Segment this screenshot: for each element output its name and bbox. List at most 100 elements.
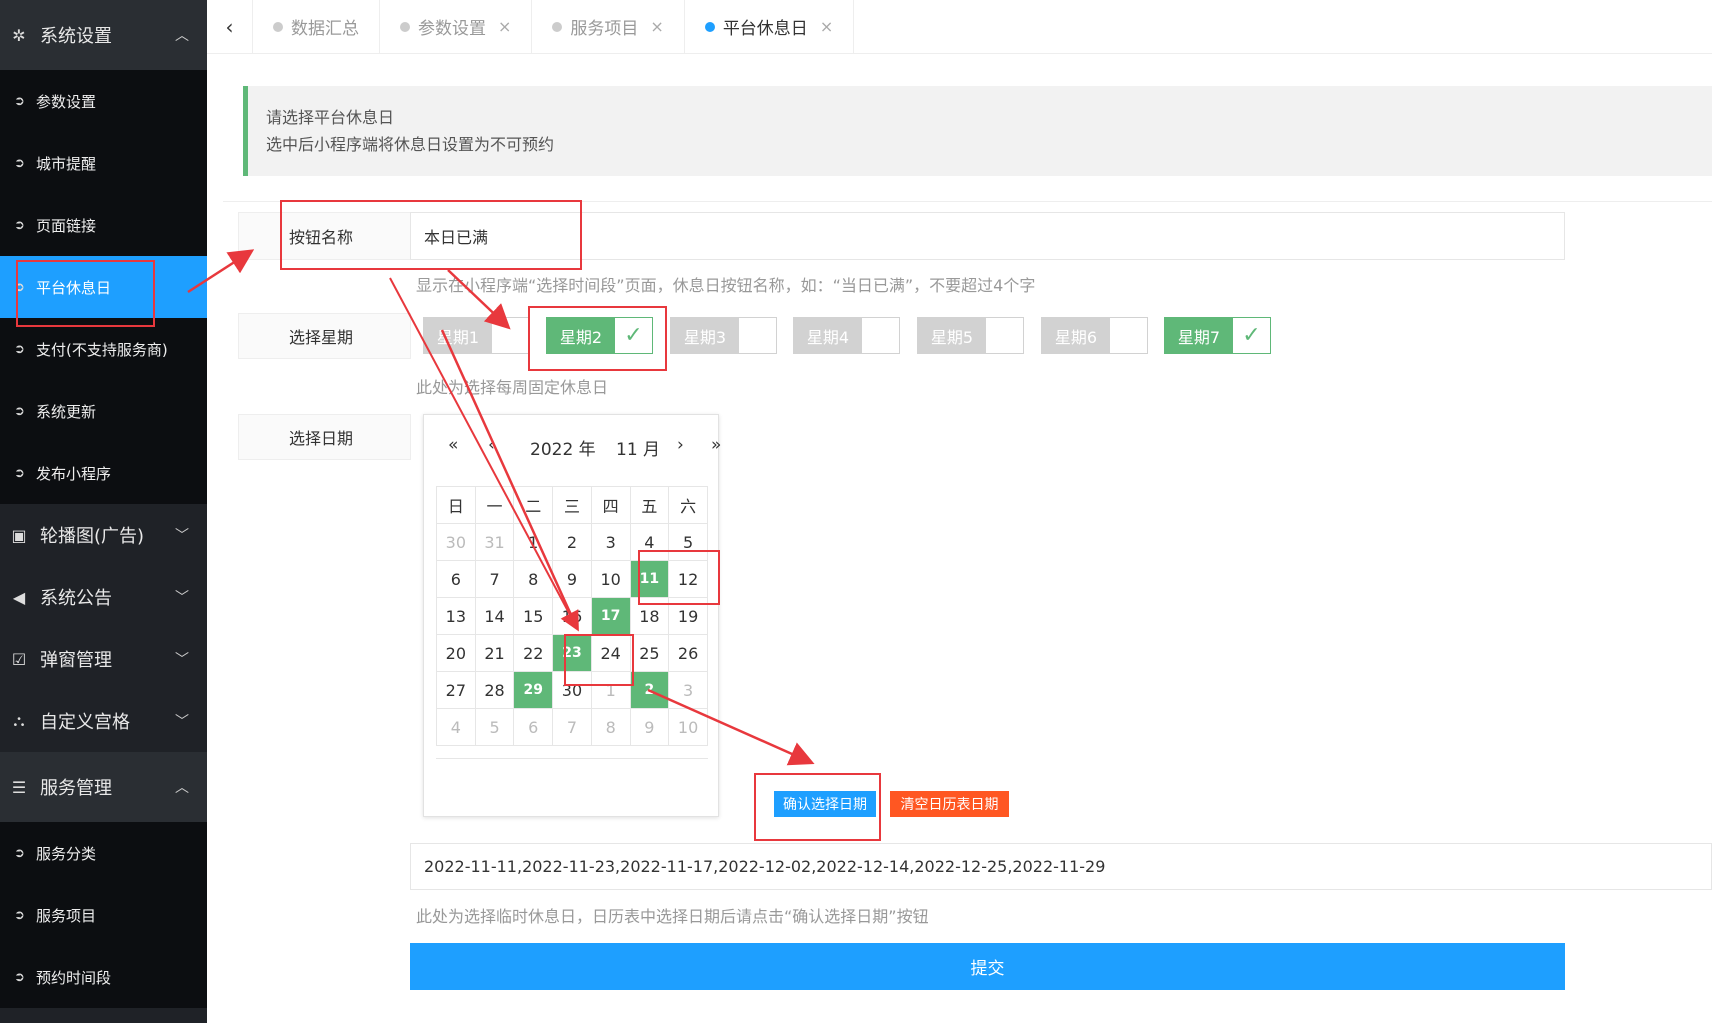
calendar-day[interactable]: 14 xyxy=(474,597,515,635)
calendar-day[interactable]: 6 xyxy=(513,708,554,746)
calendar-day[interactable]: 27 xyxy=(436,671,476,709)
tab-params[interactable]: 参数设置 × xyxy=(380,0,533,53)
calendar-day[interactable]: 3 xyxy=(590,523,631,561)
prev-month-icon[interactable]: ‹ xyxy=(488,435,495,455)
sign-in-icon: ➲ xyxy=(14,465,25,481)
weekday-header: 日 xyxy=(436,486,476,524)
sidebar-item-label: 城市提醒 xyxy=(36,154,97,173)
main-content: ‹ 数据汇总 参数设置 × 服务项目 × 平台休息日 × 请选择平台休息日 选中后小程… xyxy=(207,0,1712,1023)
sidebar-item-update[interactable]: ➲ 系统更新 xyxy=(0,380,207,442)
sidebar-group-banner[interactable]: ▣ 轮播图(广告) ﹀ xyxy=(0,504,207,566)
sidebar-group-grid[interactable]: ⛬ 自定义宫格 ﹀ xyxy=(0,690,207,752)
sidebar-item-params[interactable]: ➲ 参数设置 xyxy=(0,70,207,132)
calendar-day[interactable]: 20 xyxy=(436,634,476,672)
weekday-checkbox-7[interactable]: 星期7 ✓ xyxy=(1164,317,1271,354)
sidebar-item-label: 服务项目 xyxy=(36,906,97,925)
calendar-header: « ‹ 2022 年 11 月 › » xyxy=(424,435,721,465)
weekday-header: 六 xyxy=(668,486,708,524)
sidebar-group-popup[interactable]: ☑ 弹窗管理 ﹀ xyxy=(0,628,207,690)
notice-box: 请选择平台休息日 选中后小程序端将休息日设置为不可预约 xyxy=(243,86,1712,176)
calendar-week-row: 4 5 6 7 8 9 10 xyxy=(436,708,708,746)
sidebar-item-publish[interactable]: ➲ 发布小程序 xyxy=(0,442,207,504)
calendar-day[interactable]: 31 xyxy=(474,523,515,561)
next-year-icon[interactable]: » xyxy=(711,435,721,455)
button-name-input[interactable]: 本日已满 xyxy=(410,212,1565,260)
close-icon[interactable]: × xyxy=(498,17,511,36)
close-icon[interactable]: × xyxy=(820,17,833,36)
date-label: 选择日期 xyxy=(238,414,411,460)
sidebar-item-timeslot[interactable]: ➲ 预约时间段 xyxy=(0,946,207,1008)
sidebar-item-payment[interactable]: ➲ 支付(不支持服务商) xyxy=(0,318,207,380)
calendar-day[interactable]: 9 xyxy=(552,560,592,598)
calendar-day[interactable]: 22 xyxy=(513,634,554,672)
sidebar-item-links[interactable]: ➲ 页面链接 xyxy=(0,194,207,256)
sidebar-item-label: 支付(不支持服务商) xyxy=(36,340,168,359)
sidebar-group-system[interactable]: ✲ 系统设置 ︿ xyxy=(0,0,207,70)
weekday-checkbox-6[interactable]: 星期6 xyxy=(1041,317,1148,354)
calendar-day[interactable]: 7 xyxy=(474,560,515,598)
gear-icon: ✲ xyxy=(12,25,26,45)
weekday-checkbox-5[interactable]: 星期5 xyxy=(917,317,1024,354)
calendar-day[interactable]: 8 xyxy=(513,560,554,598)
weekday-label: 星期3 xyxy=(671,318,739,353)
calendar-year[interactable]: 2022 年 xyxy=(530,435,596,460)
calendar-grid: 日一二三四五六 30 31 1 2 3 4 5 6 7 8 9 10 11 12 13 14 15 16 17 18 1… xyxy=(436,486,708,746)
calendar-day[interactable]: 25 xyxy=(629,634,670,672)
sidebar-item-city[interactable]: ➲ 城市提醒 xyxy=(0,132,207,194)
tab-dashboard[interactable]: 数据汇总 xyxy=(253,0,380,53)
clear-dates-button[interactable]: 清空日历表日期 xyxy=(890,791,1009,817)
weekday-checkbox-1[interactable]: 星期1 xyxy=(423,317,530,354)
calendar-day[interactable]: 30 xyxy=(436,523,476,561)
weekday-checkbox-3[interactable]: 星期3 xyxy=(670,317,777,354)
sidebar-item-service-project[interactable]: ➲ 服务项目 xyxy=(0,884,207,946)
sidebar: ✲ 系统设置 ︿ ➲ 参数设置 ➲ 城市提醒 ➲ 页面链接 ➲ 平台休息日 ➲ 支付(不支… xyxy=(0,0,207,1023)
calendar-day[interactable]: 15 xyxy=(513,597,554,635)
calendar-day[interactable]: 8 xyxy=(590,708,631,746)
calendar-day[interactable]: 1 xyxy=(513,523,554,561)
sign-in-icon: ➲ xyxy=(14,217,25,233)
calendar-day[interactable]: 2 xyxy=(552,523,592,561)
sidebar-group-notice[interactable]: ◀ 系统公告 ﹀ xyxy=(0,566,207,628)
calendar-day[interactable]: 2 xyxy=(629,671,670,709)
calendar-day[interactable]: 29 xyxy=(513,671,554,709)
weekday-header: 五 xyxy=(629,486,670,524)
calendar-day[interactable]: 6 xyxy=(436,560,476,598)
calendar-day[interactable]: 4 xyxy=(436,708,476,746)
checkbox-box xyxy=(986,318,1023,353)
calendar-day[interactable]: 28 xyxy=(474,671,515,709)
chevron-left-icon: ‹ xyxy=(225,14,234,39)
calendar-day[interactable]: 10 xyxy=(668,708,708,746)
back-button[interactable]: ‹ xyxy=(207,0,253,53)
close-icon[interactable]: × xyxy=(650,17,663,36)
calendar-day[interactable]: 3 xyxy=(668,671,708,709)
weekday-header: 三 xyxy=(552,486,592,524)
prev-year-icon[interactable]: « xyxy=(448,435,458,455)
sidebar-group-service[interactable]: ☰ 服务管理 ︿ xyxy=(0,752,207,822)
calendar-day[interactable]: 10 xyxy=(590,560,631,598)
tab-dot xyxy=(400,21,410,32)
dates-input[interactable]: 2022-11-11,2022-11-23,2022-11-17,2022-12… xyxy=(410,843,1712,890)
image-icon: ▣ xyxy=(11,525,27,545)
calendar-month[interactable]: 11 月 xyxy=(616,435,660,460)
calendar-day[interactable]: 9 xyxy=(629,708,670,746)
calendar-day[interactable]: 5 xyxy=(474,708,515,746)
weekday-checkbox-4[interactable]: 星期4 xyxy=(793,317,900,354)
calendar-day[interactable]: 26 xyxy=(668,634,708,672)
calendar-day[interactable]: 13 xyxy=(436,597,476,635)
tab-label: 数据汇总 xyxy=(291,19,359,39)
tab-dot xyxy=(704,21,715,32)
tab-services[interactable]: 服务项目 × xyxy=(532,0,685,53)
week-help: 此处为选择每周固定休息日 xyxy=(416,378,609,397)
calendar-day[interactable]: 17 xyxy=(590,597,631,635)
sign-in-icon: ➲ xyxy=(14,93,25,109)
checkbox-box xyxy=(862,318,899,353)
calendar-day[interactable]: 16 xyxy=(552,597,592,635)
tab-holiday[interactable]: 平台休息日 × xyxy=(685,0,855,53)
sidebar-item-service-category[interactable]: ➲ 服务分类 xyxy=(0,822,207,884)
next-month-icon[interactable]: › xyxy=(677,435,684,455)
calendar-day[interactable]: 21 xyxy=(474,634,515,672)
weekday-header: 二 xyxy=(513,486,554,524)
submit-button[interactable]: 提交 xyxy=(410,943,1565,990)
calendar-day[interactable]: 7 xyxy=(552,708,592,746)
sidebar-item-label: 预约时间段 xyxy=(36,968,112,987)
